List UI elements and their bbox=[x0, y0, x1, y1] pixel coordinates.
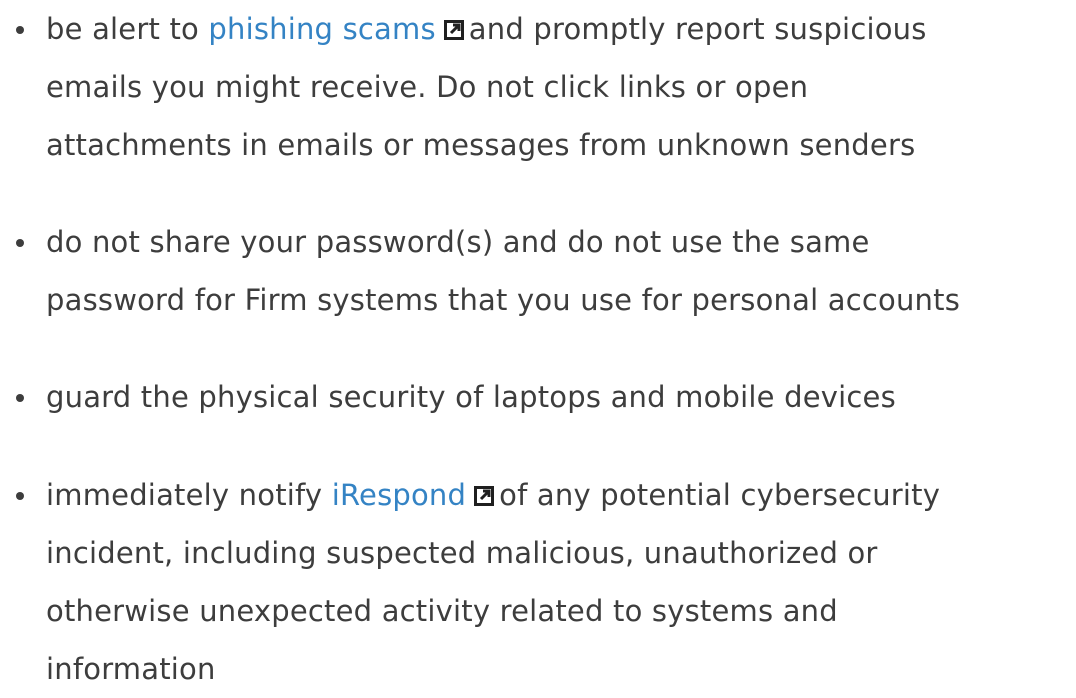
list-item-line: do not share your password(s) and do not… bbox=[46, 225, 870, 259]
list-item-text: and promptly report suspicious bbox=[468, 12, 927, 46]
list-item-line: otherwise unexpected activity related to… bbox=[46, 594, 838, 628]
list-item-physical-security: guard the physical security of laptops a… bbox=[16, 368, 1074, 426]
list-item-phishing: be alert to phishing scams and promptly r… bbox=[16, 0, 1074, 174]
bullet-icon bbox=[16, 394, 24, 402]
bullet-icon bbox=[16, 26, 24, 34]
list-item-line: emails you might receive. Do not click l… bbox=[46, 70, 809, 104]
external-link-icon[interactable] bbox=[474, 486, 495, 506]
list-item-line: attachments in emails or messages from u… bbox=[46, 128, 916, 162]
list-item-line: password for Firm systems that you use f… bbox=[46, 283, 961, 317]
list-item-text: be alert to bbox=[46, 12, 209, 46]
phishing-scams-link[interactable]: phishing scams bbox=[208, 12, 435, 46]
list-item-password: do not share your password(s) and do not… bbox=[16, 213, 1074, 329]
list-item-irespond: immediately notify iRespond of any potent… bbox=[16, 466, 1074, 698]
list-item-line: immediately notify iRespond of any potent… bbox=[46, 466, 1074, 524]
list-item-line: information bbox=[46, 652, 216, 686]
bullet-icon bbox=[16, 239, 24, 247]
external-link-icon[interactable] bbox=[443, 20, 464, 40]
list-item-text: of any potential cybersecurity bbox=[499, 478, 941, 512]
list-item-text: immediately notify bbox=[46, 478, 332, 512]
bullet-icon bbox=[16, 492, 24, 500]
list-item-line: guard the physical security of laptops a… bbox=[46, 380, 896, 414]
list-item-line: be alert to phishing scams and promptly r… bbox=[46, 0, 1074, 58]
list-item-line: incident, including suspected malicious,… bbox=[46, 536, 878, 570]
irespond-link[interactable]: iRespond bbox=[332, 478, 466, 512]
